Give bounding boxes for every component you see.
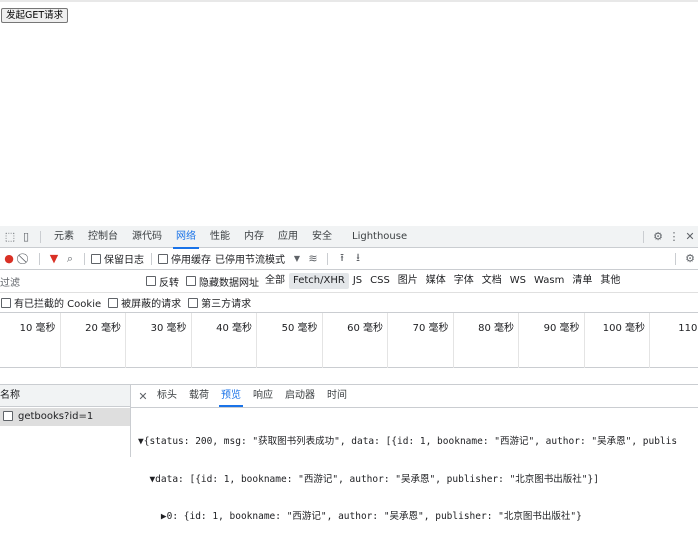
tab-initiator[interactable]: 启动器 [279,385,321,407]
filter-type-other[interactable]: 其他 [596,273,624,289]
json-root-line[interactable]: ▼{status: 200, msg: "获取图书列表成功", data: [{… [138,436,698,449]
devtools-tabbar: ⬚ ▯ 元素 控制台 源代码 网络 性能 内存 应用 安全 Lighthouse… [0,226,698,249]
divider [151,252,152,265]
close-details-icon[interactable]: ✕ [135,390,151,403]
network-toolbar: ● ⃠ ▼ ⌕ 保留日志 停用缓存 已停用节流模式 ▼ ≋ ⭱ ⭳ ⚙ [0,248,698,270]
close-icon[interactable]: ✕ [682,230,698,243]
tab-preview[interactable]: 预览 [215,385,247,407]
network-settings-gear-icon[interactable]: ⚙ [682,252,698,265]
third-party-checkbox[interactable] [188,297,199,308]
tab-console[interactable]: 控制台 [81,226,125,248]
filter-type-css[interactable]: CSS [366,273,394,289]
tab-headers[interactable]: 标头 [151,385,183,407]
divider [39,252,40,265]
divider [84,252,85,265]
divider [40,230,41,243]
filter-type-manifest[interactable]: 清单 [568,273,596,289]
hide-data-urls-checkbox[interactable] [186,276,196,286]
third-party-label: 第三方请求 [201,299,252,310]
filter-type-fetch-xhr[interactable]: Fetch/XHR [289,273,349,289]
filter-type-js[interactable]: JS [349,273,366,289]
divider [327,252,328,265]
tab-application[interactable]: 应用 [271,226,305,248]
filter-bar-secondary: 有已拦截的 Cookie 被屏蔽的请求 第三方请求 [0,293,698,313]
timeline-tick: 50 毫秒 [257,313,323,368]
tab-network[interactable]: 网络 [169,226,203,249]
request-checkbox-icon [3,411,13,421]
blocked-requests-label: 被屏蔽的请求 [121,299,182,310]
page-top-border [0,0,698,2]
tab-performance[interactable]: 性能 [203,226,237,248]
divider [643,230,644,243]
timeline-tick: 20 毫秒 [61,313,126,368]
request-name: getbooks?id=1 [18,411,94,422]
blocked-requests-checkbox[interactable] [108,297,119,308]
invert-checkbox[interactable] [146,276,156,286]
tab-lighthouse[interactable]: Lighthouse [345,226,414,248]
timeline-tick: 110 毫 [650,313,698,368]
timeline-tick: 100 毫秒 [585,313,650,368]
more-options-icon[interactable]: ⋮ [666,230,682,243]
filter-icon[interactable]: ▼ [46,252,62,265]
clear-icon[interactable]: ⃠ [17,252,33,266]
filter-type-doc[interactable]: 文档 [478,273,506,289]
timeline-tick: 30 毫秒 [126,313,192,368]
tab-memory[interactable]: 内存 [237,226,271,248]
preserve-log-checkbox[interactable] [91,253,101,264]
preserve-log-label: 保留日志 [104,255,144,266]
blocked-cookies-label: 有已拦截的 Cookie [14,299,102,310]
divider [675,252,676,265]
json-preview: ▼{status: 200, msg: "获取图书列表成功", data: [{… [138,411,698,549]
hide-data-urls-label: 隐藏数据网址 [199,277,259,289]
devtools-panel: ⬚ ▯ 元素 控制台 源代码 网络 性能 内存 应用 安全 Lighthouse… [0,226,698,522]
tab-payload[interactable]: 载荷 [183,385,215,407]
timeline-tick: 70 毫秒 [388,313,454,368]
disable-cache-checkbox[interactable] [158,253,168,264]
timeline-tick: 60 毫秒 [323,313,388,368]
timeline-overview[interactable]: 10 毫秒 20 毫秒 30 毫秒 40 毫秒 50 毫秒 60 毫秒 70 毫秒 80 毫秒… [0,313,698,368]
tab-elements[interactable]: 元素 [47,226,81,248]
filter-type-ws[interactable]: WS [506,273,530,289]
chevron-down-icon[interactable]: ▼ [289,254,305,263]
filter-input[interactable]: 过滤 [0,274,146,289]
record-icon[interactable]: ● [1,252,17,265]
filter-type-all[interactable]: 全部 [261,273,289,289]
disable-cache-label: 停用缓存 [171,255,211,266]
inspect-element-icon[interactable]: ⬚ [2,230,18,243]
tab-timing[interactable]: 时间 [321,385,353,407]
requests-split-view: 名称 getbooks?id=1 ✕ 标头 载荷 预览 响应 启动器 时间 ▼{… [0,384,698,522]
timeline-tick: 80 毫秒 [454,313,519,368]
timeline-tick: 40 毫秒 [192,313,257,368]
throttling-select[interactable]: 已停用节流模式 [215,251,285,266]
tab-response[interactable]: 响应 [247,385,279,407]
filter-type-font[interactable]: 字体 [450,273,478,289]
filter-type-wasm[interactable]: Wasm [530,273,568,289]
timeline-tick: 90 毫秒 [519,313,585,368]
download-icon[interactable]: ⭳ [350,249,366,268]
tab-sources[interactable]: 源代码 [125,226,169,248]
detail-tabbar: ✕ 标头 载荷 预览 响应 启动器 时间 [131,385,698,408]
filter-bar: 过滤 反转 隐藏数据网址 全部 Fetch/XHR JS CSS 图片 媒体 字… [0,270,698,293]
gear-icon[interactable]: ⚙ [650,230,666,243]
json-item-line[interactable]: ▶0: {id: 1, bookname: "西游记", author: "吴承… [138,511,698,524]
tab-security[interactable]: 安全 [305,226,339,248]
filter-type-media[interactable]: 媒体 [422,273,450,289]
timeline-tick: 10 毫秒 [0,313,61,368]
upload-icon[interactable]: ⭱ [334,249,350,268]
network-conditions-icon[interactable]: ≋ [305,252,321,265]
send-get-request-button[interactable]: 发起GET请求 [1,8,69,23]
filter-type-img[interactable]: 图片 [394,273,422,289]
invert-label: 反转 [159,277,179,289]
device-toolbar-icon[interactable]: ▯ [18,230,34,243]
json-data-line[interactable]: ▼data: [{id: 1, bookname: "西游记", author:… [138,474,698,487]
blocked-cookies-checkbox[interactable] [1,297,11,308]
name-column-header[interactable]: 名称 [0,385,130,407]
search-icon[interactable]: ⌕ [62,252,78,266]
request-row[interactable]: getbooks?id=1 [0,408,130,426]
